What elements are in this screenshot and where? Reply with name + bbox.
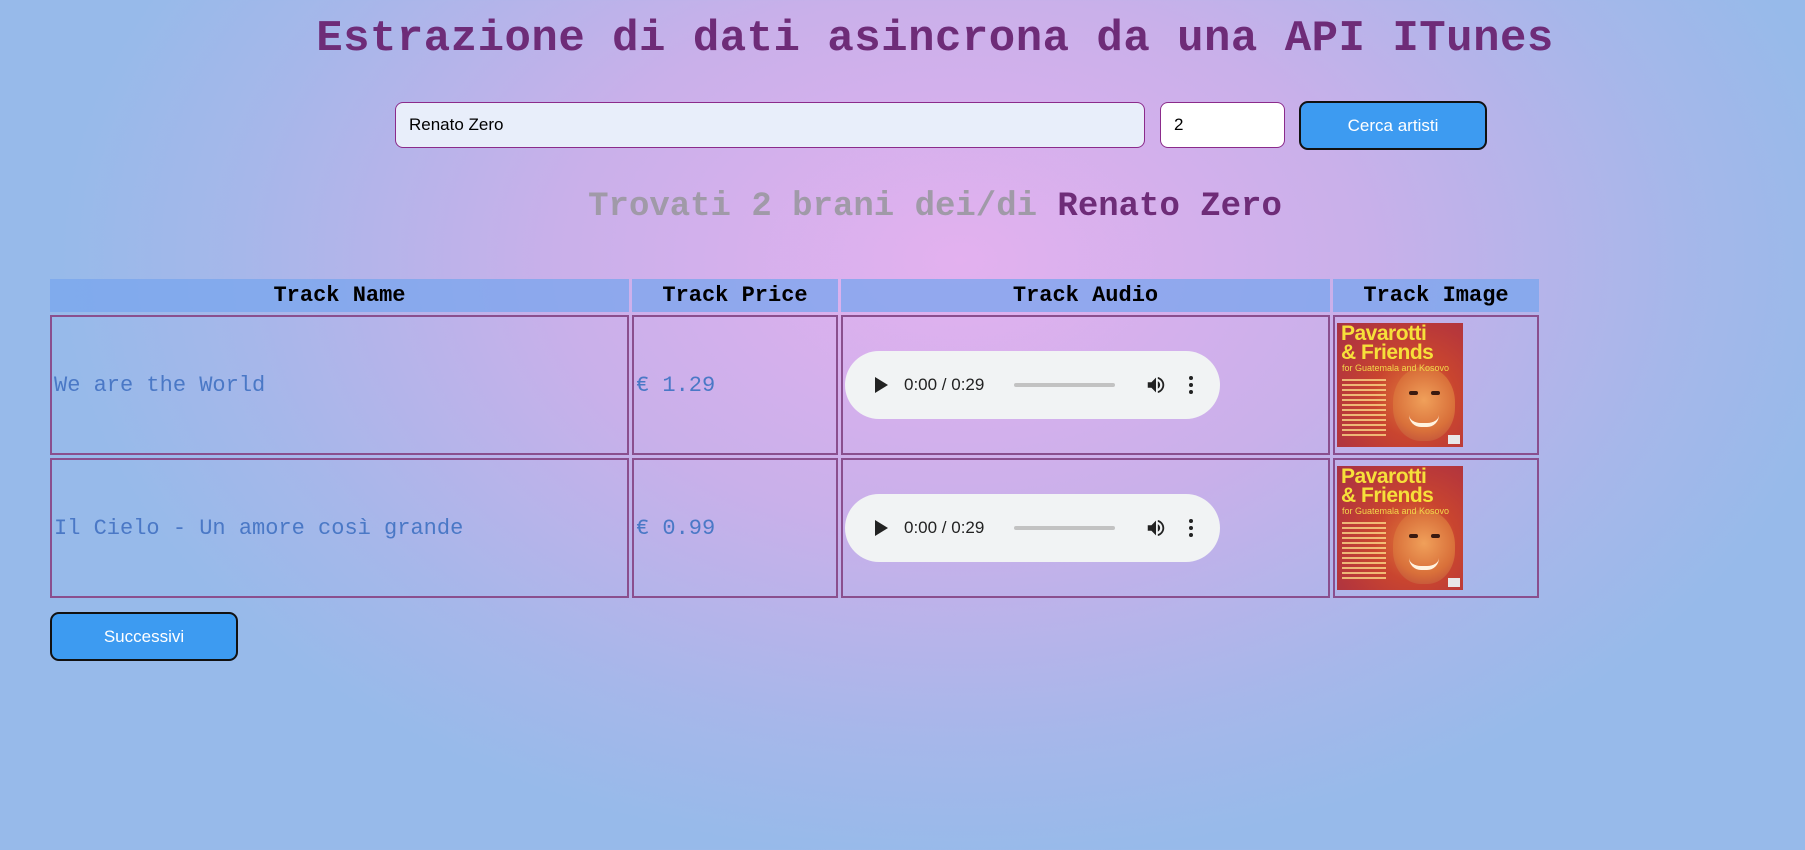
result-summary-artist: Renato Zero — [1057, 188, 1282, 226]
page-title: Estrazione di dati asincrona da una API … — [316, 14, 1554, 64]
cover-subtitle: for Guatemala and Kosovo — [1342, 363, 1450, 373]
table-header-row: Track Name Track Price Track Audio Track… — [50, 279, 1539, 312]
track-audio-cell: 0:00 / 0:29 — [841, 458, 1330, 598]
volume-icon[interactable] — [1145, 517, 1167, 539]
header-track-audio: Track Audio — [841, 279, 1330, 312]
audio-progress-slider[interactable] — [1014, 383, 1115, 387]
table-row: We are the World € 1.29 0:00 / 0:29 Pava… — [50, 315, 1539, 455]
audio-time: 0:00 / 0:29 — [904, 375, 985, 394]
cover-title: Pavarotti & Friends — [1341, 466, 1434, 507]
header-track-image: Track Image — [1333, 279, 1539, 312]
track-price: € 0.99 — [636, 515, 716, 541]
search-artists-button[interactable]: Cerca artisti — [1299, 101, 1487, 150]
audio-player: 0:00 / 0:29 — [845, 351, 1220, 419]
next-page-button[interactable]: Successivi — [50, 612, 238, 661]
header-track-price: Track Price — [632, 279, 838, 312]
track-price-cell: € 0.99 — [632, 458, 838, 598]
audio-player: 0:00 / 0:29 — [845, 494, 1220, 562]
album-cover-image: Pavarotti & Friends for Guatemala and Kos… — [1337, 466, 1463, 590]
track-price: € 1.29 — [636, 372, 716, 398]
result-count-input[interactable] — [1160, 102, 1285, 148]
track-name-cell: We are the World — [50, 315, 629, 455]
cover-subtitle: for Guatemala and Kosovo — [1342, 506, 1450, 516]
track-image-cell: Pavarotti & Friends for Guatemala and Kos… — [1333, 315, 1539, 455]
header-track-name: Track Name — [50, 279, 629, 312]
audio-progress-slider[interactable] — [1014, 526, 1115, 530]
more-vert-icon[interactable] — [1189, 519, 1193, 537]
track-name: We are the World — [54, 372, 266, 398]
track-audio-cell: 0:00 / 0:29 — [841, 315, 1330, 455]
track-price-cell: € 1.29 — [632, 315, 838, 455]
result-summary-prefix: Trovati 2 brani dei/di — [588, 188, 1058, 226]
volume-icon[interactable] — [1145, 374, 1167, 396]
track-name-cell: Il Cielo - Un amore così grande — [50, 458, 629, 598]
track-image-cell: Pavarotti & Friends for Guatemala and Kos… — [1333, 458, 1539, 598]
audio-time: 0:00 / 0:29 — [904, 518, 985, 537]
cover-title: Pavarotti & Friends — [1341, 323, 1434, 364]
result-summary: Trovati 2 brani dei/di Renato Zero — [0, 188, 1805, 226]
more-vert-icon[interactable] — [1189, 376, 1193, 394]
artist-search-input[interactable] — [395, 102, 1145, 148]
album-cover-image: Pavarotti & Friends for Guatemala and Kos… — [1337, 323, 1463, 447]
tracks-table: Track Name Track Price Track Audio Track… — [47, 276, 1542, 601]
play-icon[interactable] — [875, 520, 888, 536]
track-name: Il Cielo - Un amore così grande — [54, 515, 464, 541]
play-icon[interactable] — [875, 377, 888, 393]
table-row: Il Cielo - Un amore così grande € 0.99 0… — [50, 458, 1539, 598]
